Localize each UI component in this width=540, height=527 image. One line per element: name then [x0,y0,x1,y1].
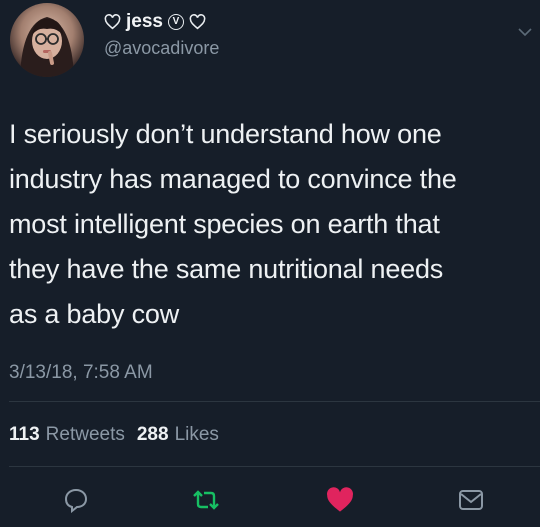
heart-outline-icon [104,14,121,30]
message-button[interactable] [457,486,485,514]
author-handle[interactable]: @avocadivore [104,38,219,59]
likes-label: Likes [174,424,219,445]
tweet-line: I seriously don’t understand how one [9,119,442,149]
heart-outline-icon [189,14,206,30]
avatar[interactable] [10,3,84,77]
tweet-line: most intelligent species on earth that [9,209,440,239]
reply-button[interactable] [62,486,90,514]
likes-count: 288 [136,424,169,445]
author-name-row[interactable]: jess V [104,10,206,34]
heart-filled-icon [327,487,353,512]
like-button[interactable] [326,486,354,514]
retweet-icon [193,490,219,510]
divider [9,401,540,402]
tweet-line: as a baby cow [9,299,179,329]
divider [9,466,540,467]
verified-badge-icon: V [167,14,184,30]
retweets-label: Retweets [45,424,125,445]
tweet-text: I seriously don’t understand how one ind… [9,112,534,337]
retweet-button[interactable] [192,486,220,514]
tweet-line: industry has managed to convince the [9,164,457,194]
mail-icon [459,490,483,510]
tweet-stats: 113 Retweets 288 Likes [9,424,219,446]
likes-stat[interactable]: 288 Likes [137,424,219,446]
avatar-photo [20,17,74,77]
tweet-timestamp: 3/13/18, 7:58 AM [9,362,153,383]
display-name: jess [126,11,163,32]
chevron-down-icon[interactable] [518,24,532,42]
retweets-count: 113 [9,424,40,445]
tweet-line: they have the same nutritional needs [9,254,444,284]
reply-icon [64,488,88,513]
retweets-stat[interactable]: 113 Retweets [9,424,125,446]
